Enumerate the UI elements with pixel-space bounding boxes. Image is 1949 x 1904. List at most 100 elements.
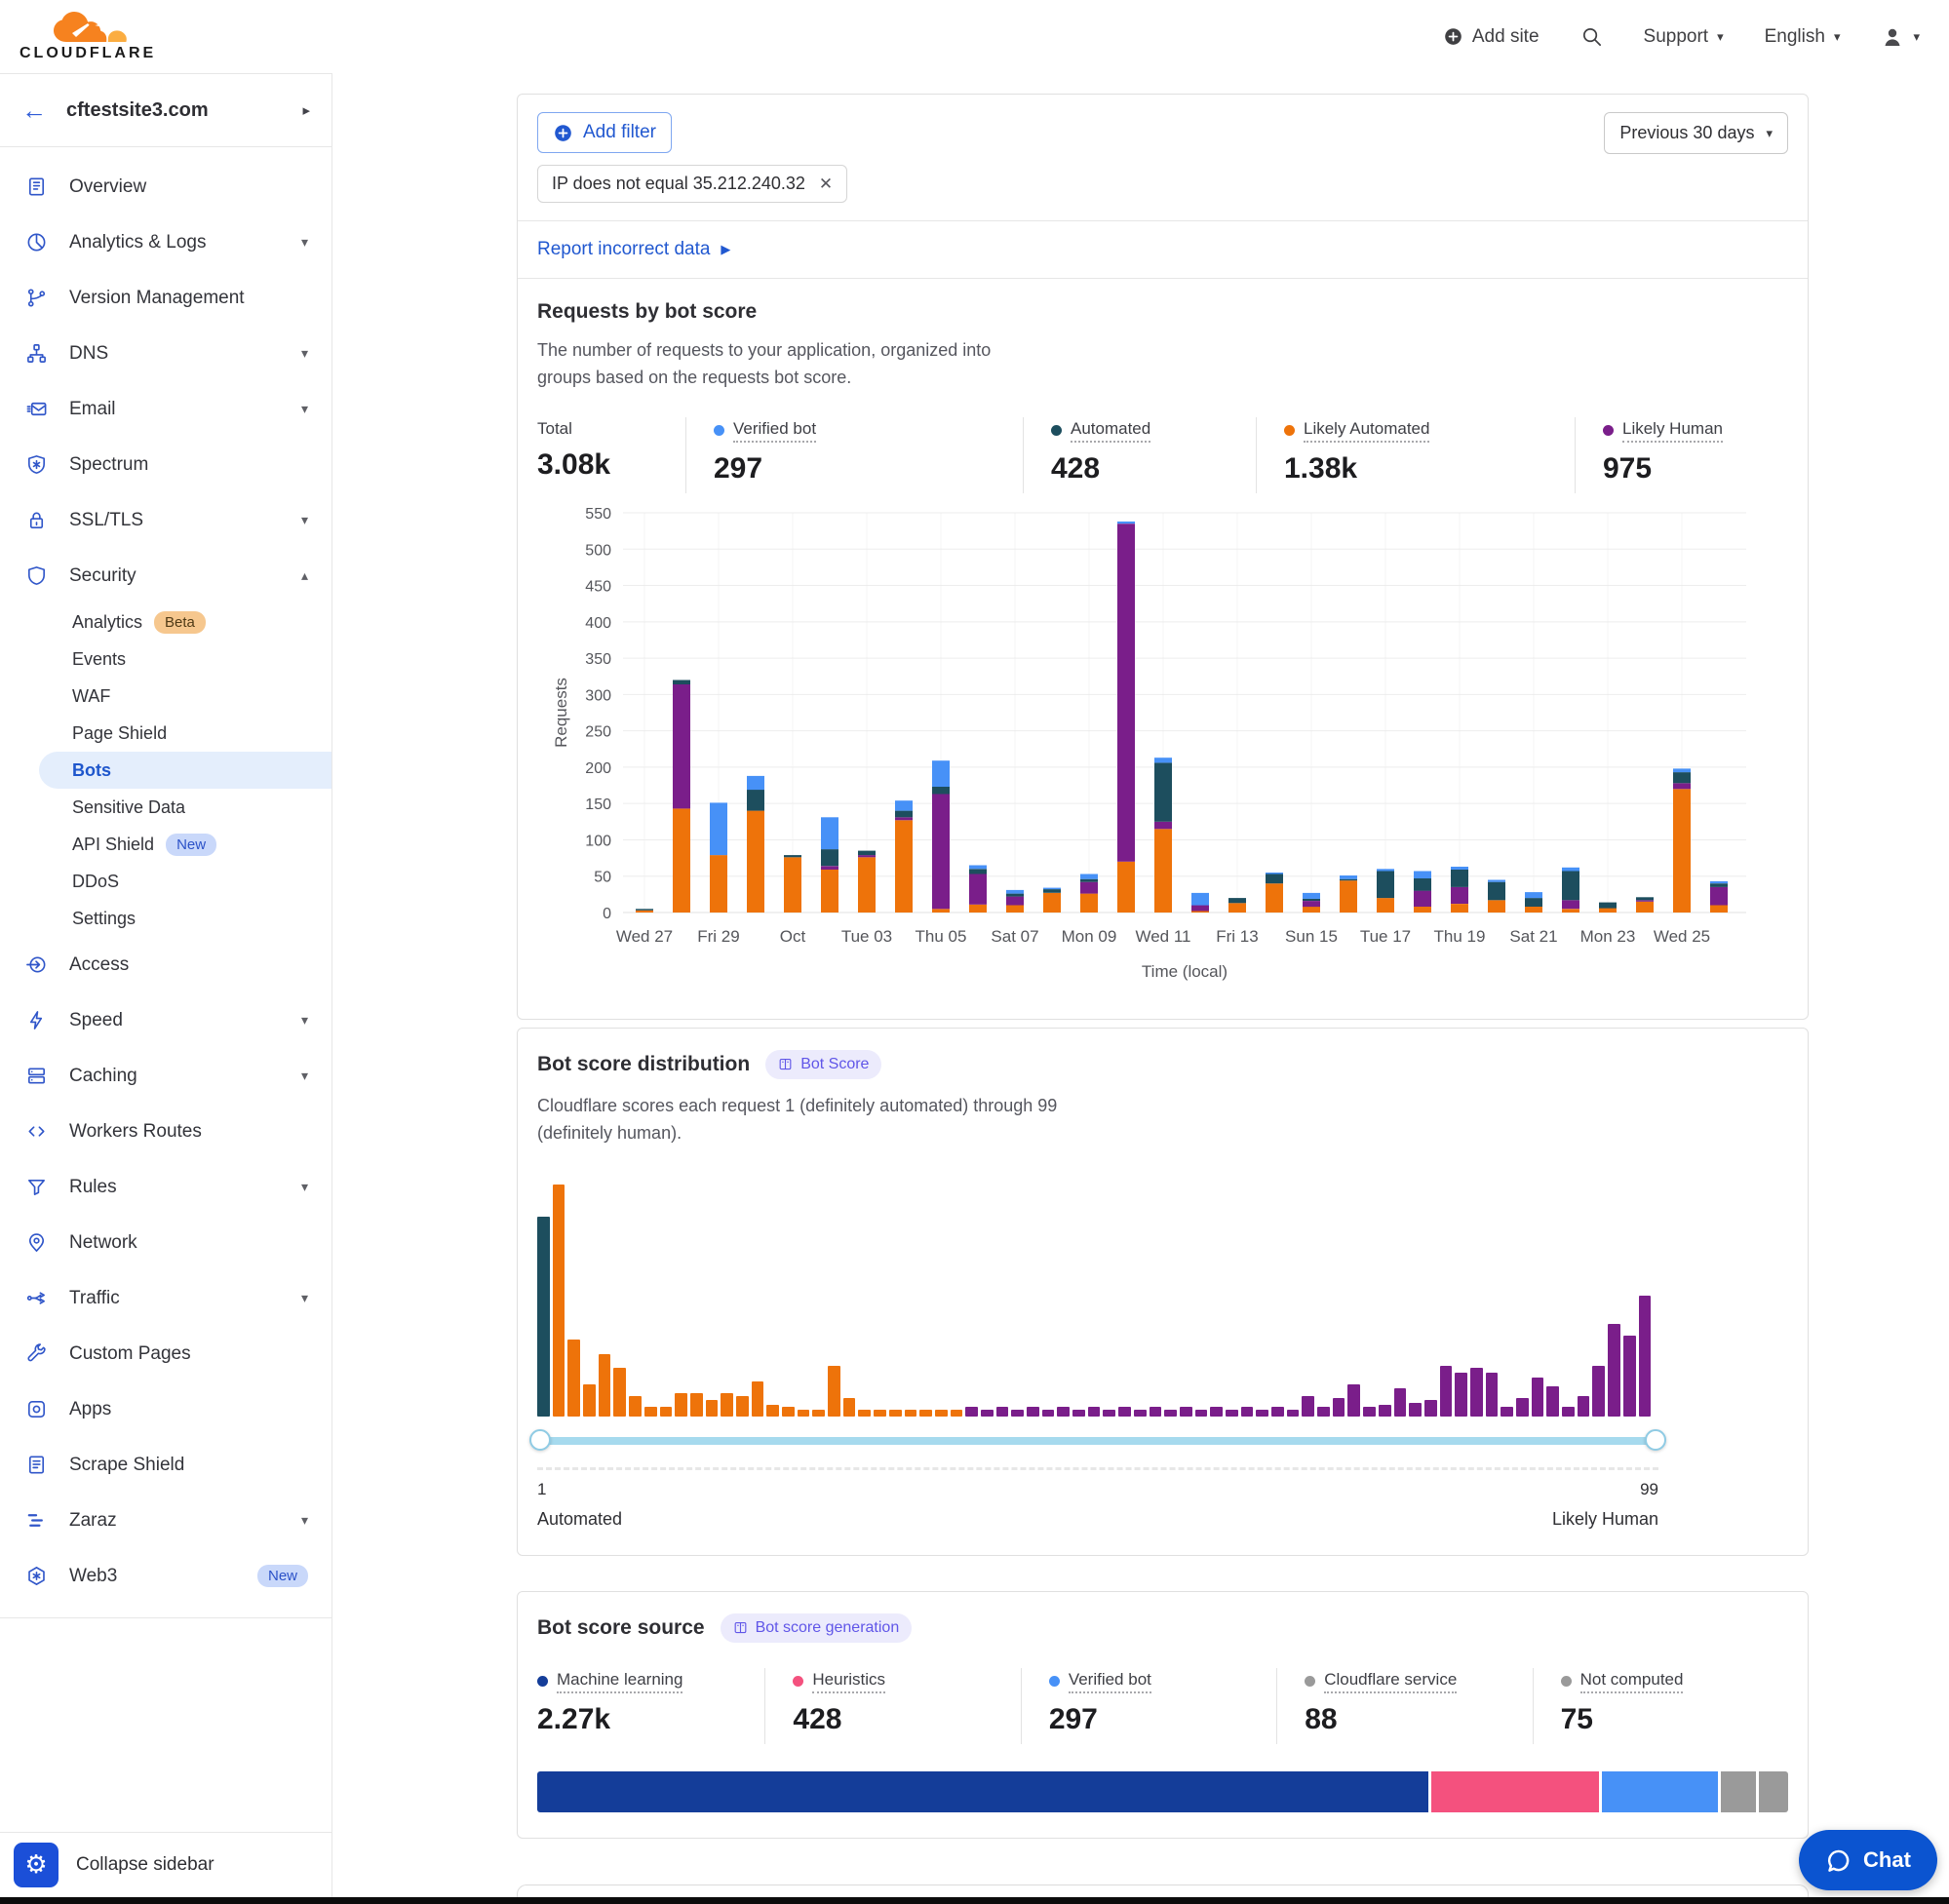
histogram-bar bbox=[1317, 1407, 1330, 1417]
language-menu[interactable]: English ▾ bbox=[1765, 26, 1841, 48]
stat-likely-human: Likely Human975 bbox=[1575, 417, 1723, 493]
histogram-bar bbox=[1409, 1403, 1422, 1417]
cloudflare-logo[interactable]: CLOUDFLARE bbox=[19, 12, 156, 61]
requests-legend: Total3.08kVerified bot297Automated428Lik… bbox=[537, 417, 1788, 493]
svg-text:400: 400 bbox=[585, 615, 611, 632]
sidebar-item-waf[interactable]: WAF bbox=[0, 678, 331, 715]
sidebar-item-settings[interactable]: Settings bbox=[0, 900, 331, 937]
histogram-bar bbox=[858, 1410, 871, 1417]
histogram-bar bbox=[1363, 1407, 1376, 1417]
add-site-button[interactable]: Add site bbox=[1443, 26, 1540, 48]
support-menu[interactable]: Support ▾ bbox=[1644, 26, 1724, 48]
sidebar-item-api-shield[interactable]: API ShieldNew bbox=[0, 826, 331, 863]
collapse-sidebar-button[interactable]: ⚙ Collapse sidebar bbox=[0, 1832, 331, 1896]
sidebar-item-email[interactable]: Email▾ bbox=[0, 381, 331, 437]
sidebar-item-network[interactable]: Network bbox=[0, 1215, 331, 1270]
next-card-edge bbox=[517, 1885, 1809, 1897]
slider-track[interactable] bbox=[537, 1437, 1658, 1445]
sidebar-item-label: Page Shield bbox=[72, 723, 167, 744]
sidebar-item-web3[interactable]: Web3New bbox=[0, 1548, 331, 1604]
requests-card: Add filter IP does not equal 35.212.240.… bbox=[517, 94, 1809, 1020]
distribution-section: Bot score distribution Bot Score Cloudfl… bbox=[518, 1029, 1808, 1555]
sidebar-item-apps[interactable]: Apps bbox=[0, 1381, 331, 1437]
filter-chip[interactable]: IP does not equal 35.212.240.32 ✕ bbox=[537, 165, 847, 203]
report-incorrect-data-link[interactable]: Report incorrect data ▶ bbox=[518, 220, 1808, 278]
sidebar: ← cftestsite3.com ▸ OverviewAnalytics & … bbox=[0, 73, 332, 1904]
histogram-bar bbox=[766, 1405, 779, 1417]
sidebar-item-dns[interactable]: DNS▾ bbox=[0, 326, 331, 381]
sidebar-item-caching[interactable]: Caching▾ bbox=[0, 1048, 331, 1104]
histogram-bar bbox=[1455, 1373, 1467, 1417]
gear-icon[interactable]: ⚙ bbox=[14, 1843, 58, 1887]
sidebar-item-security[interactable]: Security▴ bbox=[0, 548, 331, 603]
stat-value: 2.27k bbox=[537, 1703, 764, 1736]
sidebar-item-security-analytics[interactable]: AnalyticsBeta bbox=[0, 603, 331, 641]
sidebar-item-spectrum[interactable]: Spectrum bbox=[0, 437, 331, 492]
sidebar-item-speed[interactable]: Speed▾ bbox=[0, 992, 331, 1048]
chevron-down-icon: ▾ bbox=[301, 1012, 308, 1029]
stat-value: 88 bbox=[1305, 1703, 1532, 1736]
histogram-bar bbox=[1639, 1296, 1652, 1417]
slider-handle-max[interactable] bbox=[1645, 1429, 1666, 1451]
sidebar-item-analytics-logs[interactable]: Analytics & Logs▾ bbox=[0, 214, 331, 270]
histogram-bar bbox=[1256, 1410, 1268, 1417]
sidebar-item-scrape-shield[interactable]: Scrape Shield bbox=[0, 1437, 331, 1493]
site-name: cftestsite3.com bbox=[66, 99, 283, 122]
account-menu[interactable]: ▾ bbox=[1881, 25, 1920, 49]
svg-text:450: 450 bbox=[585, 578, 611, 595]
sidebar-item-access[interactable]: Access bbox=[0, 937, 331, 992]
close-icon[interactable]: ✕ bbox=[819, 175, 833, 194]
site-header: ← cftestsite3.com ▸ bbox=[0, 73, 331, 147]
search-button[interactable] bbox=[1580, 25, 1603, 48]
zaraz-icon bbox=[25, 1509, 48, 1532]
chevron-down-icon: ▾ bbox=[1717, 29, 1724, 45]
stat-value: 297 bbox=[1049, 1703, 1276, 1736]
sidebar-item-overview[interactable]: Overview bbox=[0, 159, 331, 214]
histogram-bar bbox=[752, 1381, 764, 1417]
histogram-bar bbox=[1501, 1407, 1513, 1417]
sidebar-item-page-shield[interactable]: Page Shield bbox=[0, 715, 331, 752]
sidebar-item-custom-pages[interactable]: Custom Pages bbox=[0, 1326, 331, 1381]
histogram-bar bbox=[1226, 1410, 1238, 1417]
sidebar-item-workers-routes[interactable]: Workers Routes bbox=[0, 1104, 331, 1159]
legend-dot-icon bbox=[1603, 425, 1614, 436]
date-range-button[interactable]: Previous 30 days ▾ bbox=[1604, 112, 1788, 154]
stat-label: Verified bot bbox=[733, 419, 816, 443]
add-filter-button[interactable]: Add filter bbox=[537, 112, 672, 153]
score-range-slider bbox=[537, 1428, 1658, 1454]
section-title: Bot score distribution bbox=[537, 1053, 750, 1076]
histogram-bar bbox=[919, 1410, 932, 1417]
distribution-card: Bot score distribution Bot Score Cloudfl… bbox=[517, 1028, 1809, 1556]
histogram-bar bbox=[1103, 1410, 1115, 1417]
histogram-bar bbox=[1088, 1407, 1101, 1417]
sidebar-item-version-management[interactable]: Version Management bbox=[0, 270, 331, 326]
stat-value: 975 bbox=[1603, 452, 1723, 486]
sidebar-item-ddos[interactable]: DDoS bbox=[0, 863, 331, 900]
svg-text:500: 500 bbox=[585, 542, 611, 559]
svg-text:Wed 25: Wed 25 bbox=[1654, 927, 1710, 946]
sidebar-item-traffic[interactable]: Traffic▾ bbox=[0, 1270, 331, 1326]
sidebar-item-rules[interactable]: Rules▾ bbox=[0, 1159, 331, 1215]
bot-score-generation-badge[interactable]: Bot score generation bbox=[721, 1613, 913, 1643]
cloudflare-cloud-icon bbox=[43, 12, 133, 45]
funnel-icon bbox=[25, 1176, 48, 1198]
sidebar-item-label: API Shield bbox=[72, 835, 154, 855]
plus-circle-icon bbox=[553, 123, 573, 143]
chat-button[interactable]: Chat bbox=[1799, 1830, 1937, 1890]
stat-label: Heuristics bbox=[812, 1670, 885, 1693]
bot-score-badge[interactable]: Bot Score bbox=[765, 1050, 881, 1079]
topbar: CLOUDFLARE Add site Support ▾ English ▾ … bbox=[0, 0, 1949, 73]
sidebar-item-bots[interactable]: Bots bbox=[39, 752, 331, 789]
sidebar-item-events[interactable]: Events bbox=[0, 641, 331, 678]
sidebar-item-label: DDoS bbox=[72, 872, 119, 892]
sidebar-item-sensitive-data[interactable]: Sensitive Data bbox=[0, 789, 331, 826]
stat-label: Cloudflare service bbox=[1324, 1670, 1457, 1693]
sidebar-item-zaraz[interactable]: Zaraz▾ bbox=[0, 1493, 331, 1548]
svg-text:Tue 03: Tue 03 bbox=[841, 927, 892, 946]
chevron-right-icon[interactable]: ▸ bbox=[302, 101, 310, 119]
slider-handle-min[interactable] bbox=[529, 1429, 551, 1451]
source-stacked-bar bbox=[537, 1771, 1788, 1812]
sidebar-item-ssl-tls[interactable]: SSL/TLS▾ bbox=[0, 492, 331, 548]
back-arrow-icon[interactable]: ← bbox=[21, 97, 47, 123]
source-segment-not-computed bbox=[1759, 1771, 1788, 1812]
